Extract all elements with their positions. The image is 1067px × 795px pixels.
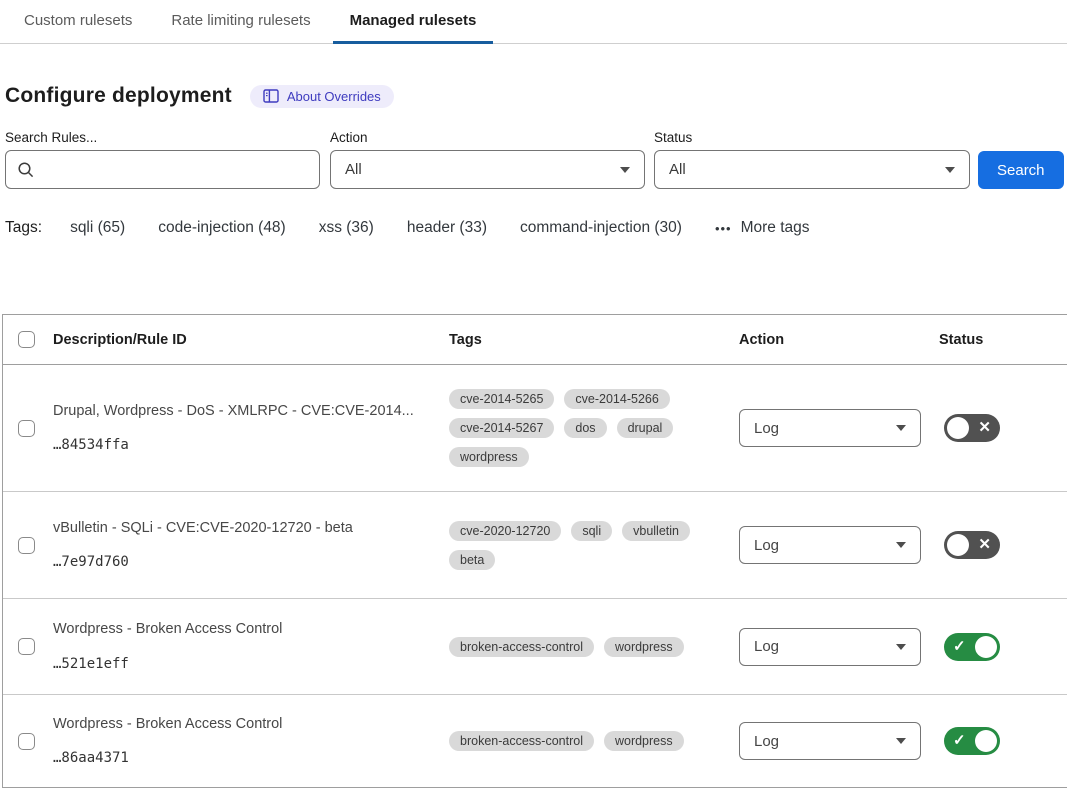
rule-tags: cve-2020-12720 sqli vbulletin beta — [449, 521, 739, 570]
rule-id: …521e1eff — [53, 656, 429, 672]
status-filter-label: Status — [654, 130, 970, 145]
rule-description: vBulletin - SQLi - CVE:CVE-2020-12720 - … — [53, 520, 429, 537]
column-header-action: Action — [739, 332, 939, 348]
column-header-description: Description/Rule ID — [53, 332, 449, 348]
rule-tags: broken-access-control wordpress — [449, 731, 739, 751]
tag-pill: drupal — [617, 418, 674, 438]
x-icon: ✕ — [978, 537, 991, 552]
tab-custom-rulesets[interactable]: Custom rulesets — [7, 0, 149, 44]
rule-tags: cve-2014-5265 cve-2014-5266 cve-2014-526… — [449, 389, 739, 467]
search-rules-box — [5, 150, 320, 189]
rule-id: …84534ffa — [53, 437, 429, 453]
tag-pill: dos — [564, 418, 606, 438]
status-filter-value: All — [669, 161, 686, 178]
row-checkbox[interactable] — [18, 537, 35, 554]
book-icon — [263, 89, 279, 103]
tag-pill: sqli — [571, 521, 612, 541]
rule-action-value: Log — [754, 537, 779, 554]
chevron-down-icon — [896, 542, 906, 548]
rule-description: Wordpress - Broken Access Control — [53, 716, 429, 733]
page-title: Configure deployment — [5, 84, 232, 108]
tag-pill: wordpress — [604, 637, 684, 657]
rule-id: …86aa4371 — [53, 750, 429, 766]
tag-pill: wordpress — [604, 731, 684, 751]
x-icon: ✕ — [978, 420, 991, 435]
tag-filter-xss[interactable]: xss (36) — [319, 219, 374, 237]
heading-row: Configure deployment About Overrides — [5, 84, 1067, 108]
action-filter-value: All — [345, 161, 362, 178]
rule-status-toggle[interactable]: ✕ — [944, 531, 1000, 559]
row-checkbox[interactable] — [18, 733, 35, 750]
more-tags-label: More tags — [741, 219, 810, 237]
rule-action-value: Log — [754, 638, 779, 655]
row-checkbox[interactable] — [18, 638, 35, 655]
select-all-checkbox[interactable] — [18, 331, 35, 348]
tag-pill: cve-2014-5265 — [449, 389, 554, 409]
tab-managed-rulesets[interactable]: Managed rulesets — [333, 0, 494, 44]
rule-action-select[interactable]: Log — [739, 409, 921, 447]
rule-status-toggle[interactable]: ✕ — [944, 414, 1000, 442]
row-checkbox[interactable] — [18, 420, 35, 437]
tag-pill: broken-access-control — [449, 731, 594, 751]
table-row: Wordpress - Broken Access Control …86aa4… — [3, 695, 1067, 788]
search-rules-input[interactable] — [44, 151, 319, 188]
tag-pill: beta — [449, 550, 495, 570]
search-icon — [17, 161, 35, 183]
tag-filter-header[interactable]: header (33) — [407, 219, 487, 237]
rule-action-select[interactable]: Log — [739, 628, 921, 666]
tag-pill: cve-2014-5266 — [564, 389, 669, 409]
tag-pill: cve-2020-12720 — [449, 521, 561, 541]
managed-rules-table: Description/Rule ID Tags Action Status D… — [2, 314, 1067, 788]
rule-action-value: Log — [754, 420, 779, 437]
column-header-status: Status — [939, 332, 1067, 348]
chevron-down-icon — [896, 738, 906, 744]
rule-action-select[interactable]: Log — [739, 526, 921, 564]
check-icon: ✓ — [953, 639, 966, 654]
search-rules-label: Search Rules... — [5, 130, 320, 145]
more-tags-button[interactable]: ••• More tags — [715, 219, 810, 237]
tag-pill: wordpress — [449, 447, 529, 467]
toggle-knob — [947, 417, 969, 439]
rule-tags: broken-access-control wordpress — [449, 637, 739, 657]
column-header-tags: Tags — [449, 332, 739, 348]
rule-status-toggle[interactable]: ✓ — [944, 727, 1000, 755]
search-button[interactable]: Search — [978, 151, 1064, 189]
about-overrides-label: About Overrides — [287, 89, 381, 104]
table-row: vBulletin - SQLi - CVE:CVE-2020-12720 - … — [3, 492, 1067, 599]
tag-pill: vbulletin — [622, 521, 690, 541]
rule-action-select[interactable]: Log — [739, 722, 921, 760]
chevron-down-icon — [620, 167, 630, 173]
tab-rate-limiting-rulesets[interactable]: Rate limiting rulesets — [154, 0, 327, 44]
action-filter-label: Action — [330, 130, 645, 145]
toggle-knob — [975, 636, 997, 658]
tags-bar: Tags: sqli (65) code-injection (48) xss … — [5, 219, 1067, 237]
status-filter-select[interactable]: All — [654, 150, 970, 189]
toggle-knob — [975, 730, 997, 752]
check-icon: ✓ — [953, 733, 966, 748]
tags-bar-label: Tags: — [5, 219, 42, 237]
tag-filter-code-injection[interactable]: code-injection (48) — [158, 219, 286, 237]
ellipsis-icon: ••• — [715, 222, 732, 235]
action-filter-select[interactable]: All — [330, 150, 645, 189]
about-overrides-badge[interactable]: About Overrides — [250, 85, 394, 108]
rule-description: Wordpress - Broken Access Control — [53, 621, 429, 638]
table-row: Wordpress - Broken Access Control …521e1… — [3, 599, 1067, 695]
rule-action-value: Log — [754, 733, 779, 750]
rule-id: …7e97d760 — [53, 554, 429, 570]
toggle-knob — [947, 534, 969, 556]
table-row: Drupal, Wordpress - DoS - XMLRPC - CVE:C… — [3, 365, 1067, 492]
table-header-row: Description/Rule ID Tags Action Status — [3, 315, 1067, 365]
tag-filter-command-injection[interactable]: command-injection (30) — [520, 219, 682, 237]
tag-pill: cve-2014-5267 — [449, 418, 554, 438]
tag-filter-sqli[interactable]: sqli (65) — [70, 219, 125, 237]
rule-status-toggle[interactable]: ✓ — [944, 633, 1000, 661]
chevron-down-icon — [945, 167, 955, 173]
ruleset-tabbar: Custom rulesets Rate limiting rulesets M… — [0, 0, 1067, 44]
chevron-down-icon — [896, 644, 906, 650]
rule-description: Drupal, Wordpress - DoS - XMLRPC - CVE:C… — [53, 403, 429, 420]
filters-row: Search Rules... Action All Status All Se… — [5, 130, 1067, 189]
chevron-down-icon — [896, 425, 906, 431]
tag-pill: broken-access-control — [449, 637, 594, 657]
